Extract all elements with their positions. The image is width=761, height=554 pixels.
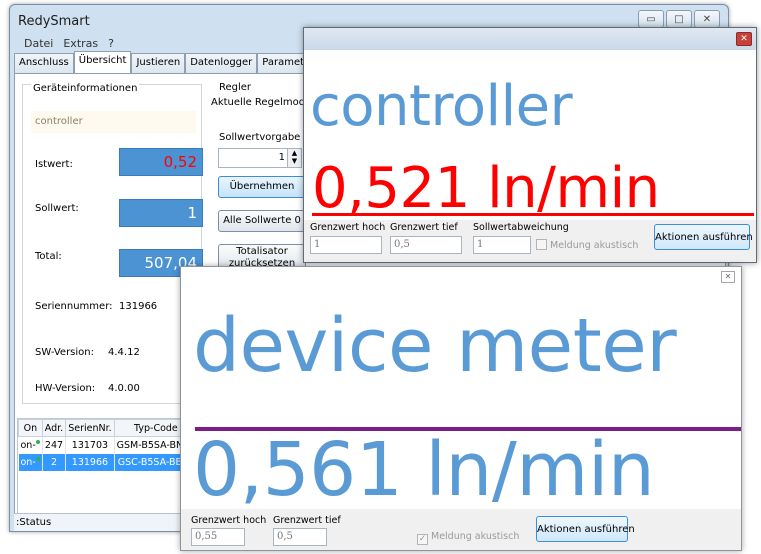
device-meter-titlebar[interactable]: ✕ xyxy=(181,267,741,287)
sw-version-value: 4.4.12 xyxy=(108,347,140,358)
apply-button[interactable]: Übernehmen xyxy=(218,176,306,198)
deviation-label: Sollwertabweichung xyxy=(473,222,569,233)
deviation-input[interactable]: 1 xyxy=(473,236,531,254)
execute-actions-button[interactable]: Aktionen ausführen xyxy=(536,516,635,542)
cell-adr: 247 xyxy=(42,436,67,454)
cell-on: on- xyxy=(20,456,36,468)
sw-version-label: SW-Version: xyxy=(35,347,94,358)
checkbox-icon[interactable] xyxy=(536,239,547,250)
controller-monitor-titlebar[interactable]: ✕ xyxy=(304,28,756,50)
tab-strip: Anschluss Übersicht Justieren Datenlogge… xyxy=(14,51,320,73)
acoustic-label: Meldung akustisch xyxy=(431,531,520,542)
device-table: On Adr. SerienNr. Typ-Code on- 247 13170… xyxy=(17,418,199,514)
table-row[interactable]: on- 2 131966 GSC-B5SA-BB26 xyxy=(18,453,199,471)
cell-serial: 131966 xyxy=(65,453,115,471)
total-label: Total: xyxy=(35,251,62,262)
status-dot-icon xyxy=(35,456,40,461)
acoustic-label: Meldung akustisch xyxy=(550,240,639,251)
device-meter-name: device meter xyxy=(193,303,677,389)
menu-datei[interactable]: Datei xyxy=(24,37,53,53)
limit-high-label: Grenzwert hoch xyxy=(191,515,267,526)
execute-actions-button[interactable]: Aktionen ausführen xyxy=(654,224,753,250)
all-setpoints-zero-button[interactable]: Alle Sollwerte 0 xyxy=(218,210,306,232)
device-meter-monitor-window: ✕ device meter 0,561 ln/min Grenzwert ho… xyxy=(180,266,742,551)
cell-adr: 2 xyxy=(42,453,67,471)
sollwert-label: Sollwert: xyxy=(35,203,79,214)
close-icon[interactable]: ✕ xyxy=(721,271,735,283)
acoustic-checkbox[interactable]: ✓ Meldung akustisch xyxy=(417,531,519,545)
col-serial[interactable]: SerienNr. xyxy=(65,419,115,437)
limit-low-label: Grenzwert tief xyxy=(273,515,341,526)
controller-separator xyxy=(312,213,754,216)
window-controls: ▭ □ ✕ xyxy=(638,10,720,28)
window-title: RedySmart xyxy=(18,14,90,29)
istwert-value: 0,52 xyxy=(119,148,203,176)
hw-version-value: 4.0.00 xyxy=(108,383,140,394)
controller-group-title: Regler xyxy=(219,82,252,93)
table-row[interactable]: on- 247 131703 GSM-B5SA-BN00 xyxy=(18,436,199,454)
setpoint-stepper[interactable]: 1 ▲ ▼ xyxy=(218,148,302,168)
status-dot-icon xyxy=(35,439,40,444)
setpoint-value: 1 xyxy=(278,152,285,163)
reset-totalizer-line1: Totalisator xyxy=(236,246,288,257)
close-icon[interactable]: ✕ xyxy=(736,32,752,46)
setpoint-label: Sollwertvorgabe xyxy=(219,132,301,143)
limit-low-input[interactable]: 0,5 xyxy=(390,236,462,254)
tab-justieren[interactable]: Justieren xyxy=(131,53,186,73)
device-info-title: Geräteinformationen xyxy=(31,83,140,94)
checkmark-icon[interactable]: ✓ xyxy=(417,534,428,545)
acoustic-checkbox[interactable]: Meldung akustisch xyxy=(536,239,638,251)
limit-low-label: Grenzwert tief xyxy=(390,222,458,233)
stepper-arrows-icon[interactable]: ▲ ▼ xyxy=(287,149,301,167)
device-info-group: Geräteinformationen controller Istwert: … xyxy=(22,83,203,404)
tab-uebersicht[interactable]: Übersicht xyxy=(73,51,132,73)
cell-on: on- xyxy=(20,439,36,451)
controller-monitor-window: ✕ controller 0,521 ln/min Grenzwert hoch… xyxy=(303,27,757,263)
cell-serial: 131703 xyxy=(65,436,115,454)
tab-anschluss[interactable]: Anschluss xyxy=(14,53,74,73)
sollwert-value: 1 xyxy=(119,199,203,227)
col-adr[interactable]: Adr. xyxy=(41,419,67,437)
menu-bar: Datei Extras ? xyxy=(14,37,304,53)
status-bar: :Status xyxy=(14,513,196,531)
istwert-label: Istwert: xyxy=(35,159,73,170)
hw-version-label: HW-Version: xyxy=(35,383,96,394)
limit-high-label: Grenzwert hoch xyxy=(310,222,386,233)
limit-high-input[interactable]: 0,55 xyxy=(191,528,245,546)
device-meter-limits-bar: Grenzwert hoch 0,55 Grenzwert tief 0,5 ✓… xyxy=(181,509,741,550)
close-button[interactable]: ✕ xyxy=(694,10,720,28)
col-on[interactable]: On xyxy=(18,419,43,437)
serial-label: Seriennummer: xyxy=(35,301,113,312)
device-name-field[interactable]: controller xyxy=(31,111,196,133)
device-meter-flow-value: 0,561 ln/min xyxy=(193,427,655,513)
controller-limits-bar: Grenzwert hoch 1 Grenzwert tief 0,5 Soll… xyxy=(304,220,756,262)
controller-name: controller xyxy=(310,74,573,139)
limit-low-input[interactable]: 0,5 xyxy=(273,528,327,546)
minimize-button[interactable]: ▭ xyxy=(638,10,664,28)
controller-flow-value: 0,521 ln/min xyxy=(312,156,660,221)
limit-high-input[interactable]: 1 xyxy=(310,236,382,254)
maximize-button[interactable]: □ xyxy=(666,10,692,28)
tab-datenlogger[interactable]: Datenlogger xyxy=(185,53,258,73)
serial-value: 131966 xyxy=(119,301,158,312)
